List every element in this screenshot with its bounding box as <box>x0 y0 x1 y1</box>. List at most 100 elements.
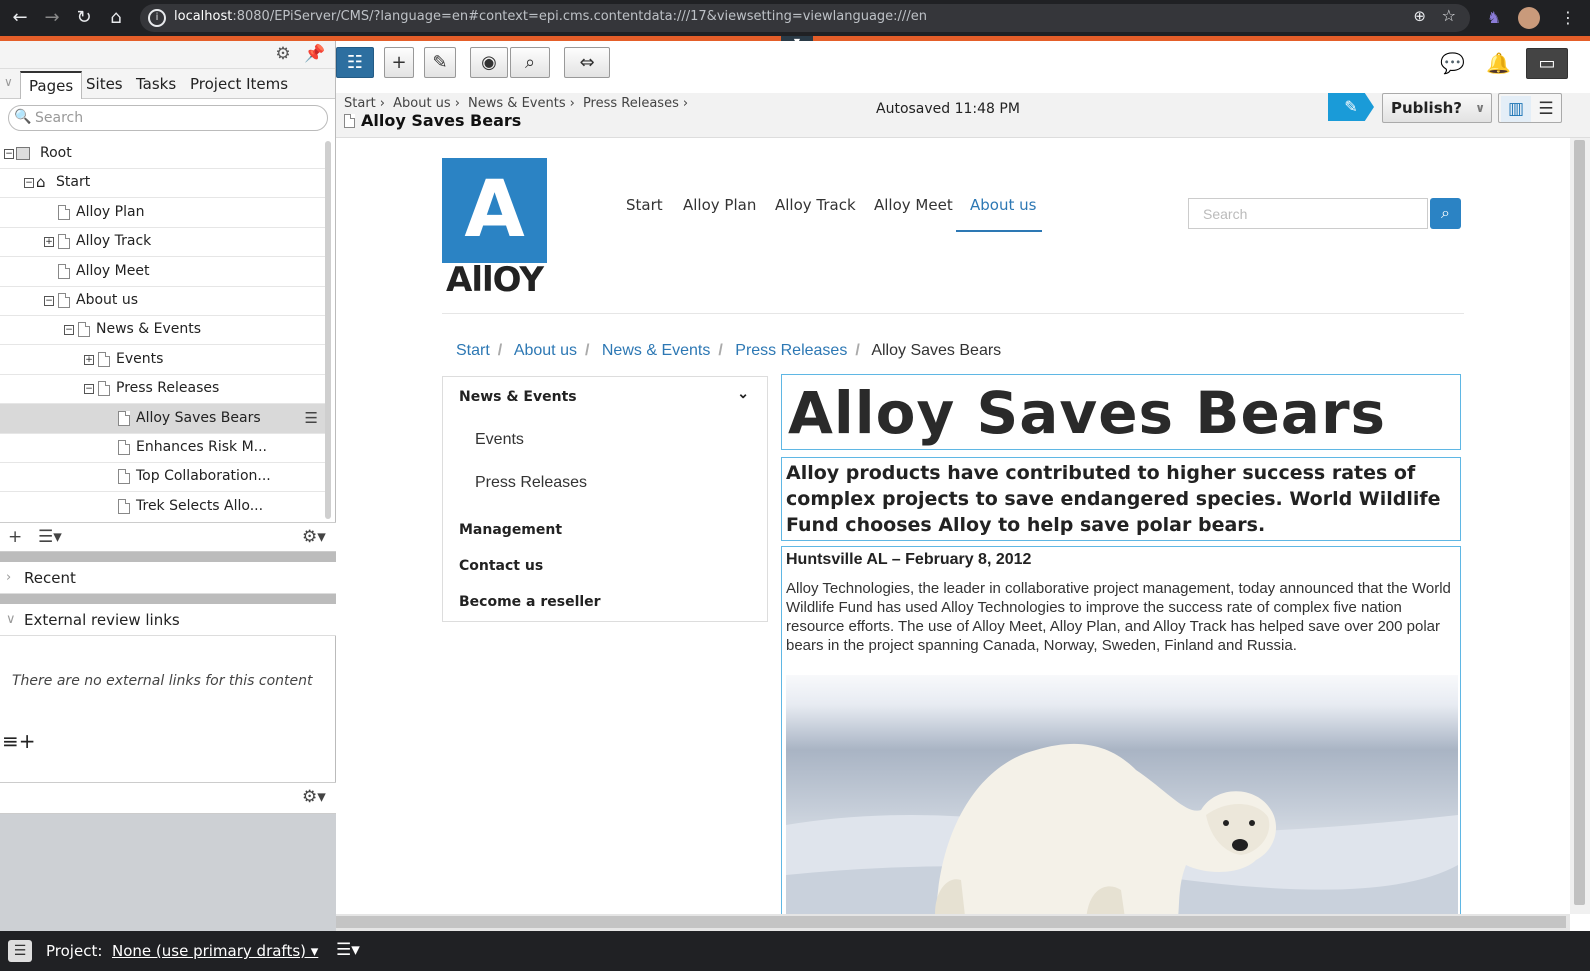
site-search-input[interactable]: Search <box>1188 198 1428 229</box>
publish-button[interactable]: Publish? ∨ <box>1382 93 1492 123</box>
collapse-icon[interactable]: − <box>64 325 74 335</box>
preview-eye-button[interactable]: ◉ <box>470 47 508 78</box>
info-icon[interactable]: i <box>148 9 166 27</box>
reload-icon[interactable]: ↻ <box>72 6 96 30</box>
context-menu-icon[interactable]: ☰ <box>305 404 318 433</box>
add-link-icon[interactable]: ≡+ <box>2 729 36 753</box>
tree-node[interactable]: − About us <box>0 286 326 316</box>
collapse-icon[interactable]: − <box>84 384 94 394</box>
heading-edit-region[interactable]: Alloy Saves Bears <box>781 374 1461 450</box>
site-nav-start[interactable]: Start <box>626 196 663 214</box>
collapse-icon[interactable]: − <box>24 178 34 188</box>
add-button[interactable]: + <box>384 47 414 78</box>
edit-button[interactable]: ✎ <box>424 47 456 78</box>
body-edit-region[interactable]: Huntsville AL – February 8, 2012 Alloy T… <box>781 546 1461 914</box>
subnav-item-events[interactable]: Events <box>475 431 524 449</box>
page-icon <box>118 499 130 514</box>
crumb-item[interactable]: About us <box>393 96 451 111</box>
site-crumb-item[interactable]: Press Releases <box>735 342 847 359</box>
intro-edit-region[interactable]: Alloy products have contributed to highe… <box>781 457 1461 541</box>
splitter[interactable] <box>0 594 336 604</box>
collapse-icon[interactable]: − <box>4 149 14 159</box>
profile-avatar[interactable] <box>1518 7 1540 29</box>
edit-mode-button[interactable]: ✎ <box>1328 93 1374 121</box>
site-nav-alloy-meet[interactable]: Alloy Meet <box>874 196 953 214</box>
recent-panel-header[interactable]: › Recent <box>0 562 336 594</box>
subnav-heading[interactable]: News & Events <box>459 389 577 405</box>
add-icon[interactable]: + <box>8 527 22 547</box>
site-crumb-item[interactable]: About us <box>514 342 577 359</box>
forward-icon[interactable]: → <box>40 6 64 30</box>
preview-vertical-scrollbar[interactable] <box>1570 138 1590 914</box>
tree-node[interactable]: Alloy Saves Bears ☰ <box>0 404 326 434</box>
settings-icon[interactable]: ⚙▾ <box>302 527 326 547</box>
tree-node[interactable]: Alloy Plan <box>0 198 326 228</box>
page-icon <box>118 440 130 455</box>
site-crumb-item[interactable]: Start <box>456 342 490 359</box>
tree-node-label: Root <box>40 145 72 161</box>
crumb-item[interactable]: News & Events <box>468 96 566 111</box>
crumb-item[interactable]: Start <box>344 96 376 111</box>
project-icon[interactable]: ☰ <box>8 940 32 962</box>
address-bar[interactable]: i localhost:8080/EPiServer/CMS/?language… <box>140 4 1470 32</box>
all-properties-icon[interactable]: ☰ <box>1531 96 1561 122</box>
search-icon[interactable]: ⌕ <box>1430 198 1461 229</box>
compare-button[interactable]: ⇔ <box>564 47 610 78</box>
menu-icon[interactable]: ⋮ <box>1556 6 1580 30</box>
subnav-item-management[interactable]: Management <box>459 522 562 538</box>
tab-project-items[interactable]: Project Items <box>182 71 296 99</box>
comment-icon[interactable]: 💬 <box>1440 51 1465 75</box>
tree-search-input[interactable]: 🔍 Search <box>8 105 328 131</box>
subnav-item-become-a-reseller[interactable]: Become a reseller <box>459 594 601 610</box>
site-nav-alloy-track[interactable]: Alloy Track <box>775 196 856 214</box>
back-icon[interactable]: ← <box>8 6 32 30</box>
crumb-item[interactable]: Press Releases <box>583 96 679 111</box>
tree-node[interactable]: + Events <box>0 345 326 375</box>
site-nav-alloy-plan[interactable]: Alloy Plan <box>683 196 756 214</box>
expand-icon[interactable]: + <box>44 237 54 247</box>
project-selector[interactable]: None (use primary drafts) ▾ <box>112 942 318 960</box>
bell-icon[interactable]: 🔔 <box>1486 51 1511 75</box>
chevron-down-icon[interactable]: ⌄ <box>737 385 749 402</box>
subnav-item-press-releases[interactable]: Press Releases <box>475 474 587 492</box>
site-logo[interactable]: A AllOY <box>442 158 547 297</box>
chevron-down-icon[interactable]: ∨ <box>4 75 13 89</box>
tree-node[interactable]: − Root <box>0 139 326 169</box>
tree-scrollbar[interactable] <box>325 141 331 519</box>
tree-node[interactable]: − Press Releases <box>0 374 326 404</box>
tree-node[interactable]: Enhances Risk M... <box>0 433 326 463</box>
tree-toggle-button[interactable]: ☷ <box>336 47 374 78</box>
tab-sites[interactable]: Sites <box>78 71 131 99</box>
site-nav-about-us[interactable]: About us <box>970 196 1036 214</box>
splitter[interactable] <box>0 552 336 562</box>
tree-node[interactable]: − ⌂ Start <box>0 168 326 198</box>
collapse-icon[interactable]: − <box>44 296 54 306</box>
home-icon: ⌂ <box>36 173 46 191</box>
assets-folder-button[interactable]: ▭ <box>1526 48 1568 79</box>
project-menu-icon[interactable]: ☰▾ <box>336 940 360 960</box>
tree-node[interactable]: Alloy Meet <box>0 257 326 287</box>
subnav-item-contact-us[interactable]: Contact us <box>459 558 543 574</box>
tree-node[interactable]: − News & Events <box>0 315 326 345</box>
extension-icon[interactable]: ♞ <box>1482 6 1506 30</box>
on-page-edit-icon[interactable]: ▥ <box>1501 96 1531 122</box>
tree-node-label: Top Collaboration... <box>136 468 271 484</box>
zoom-icon[interactable]: ⊕ <box>1413 7 1426 25</box>
expand-icon[interactable]: + <box>84 355 94 365</box>
preview-horizontal-scrollbar[interactable] <box>336 914 1570 931</box>
tree-node[interactable]: Trek Selects Allo... <box>0 492 326 519</box>
preview-device-button[interactable]: ⌕ <box>510 47 550 78</box>
gear-icon[interactable]: ⚙ <box>272 43 294 65</box>
tree-node[interactable]: + Alloy Track <box>0 227 326 257</box>
star-icon[interactable]: ☆ <box>1442 6 1456 25</box>
tree-node[interactable]: Top Collaboration... <box>0 462 326 492</box>
tab-pages[interactable]: Pages <box>20 71 83 99</box>
home-icon[interactable]: ⌂ <box>104 6 128 30</box>
empty-message: There are no external links for this con… <box>12 673 313 689</box>
tab-tasks[interactable]: Tasks <box>128 71 184 99</box>
pin-icon[interactable]: 📌 <box>304 43 326 65</box>
external-links-header[interactable]: ∨ External review links <box>0 604 336 636</box>
list-menu-icon[interactable]: ☰▾ <box>38 527 62 547</box>
settings-icon[interactable]: ⚙▾ <box>302 787 326 807</box>
site-crumb-item[interactable]: News & Events <box>602 342 710 359</box>
